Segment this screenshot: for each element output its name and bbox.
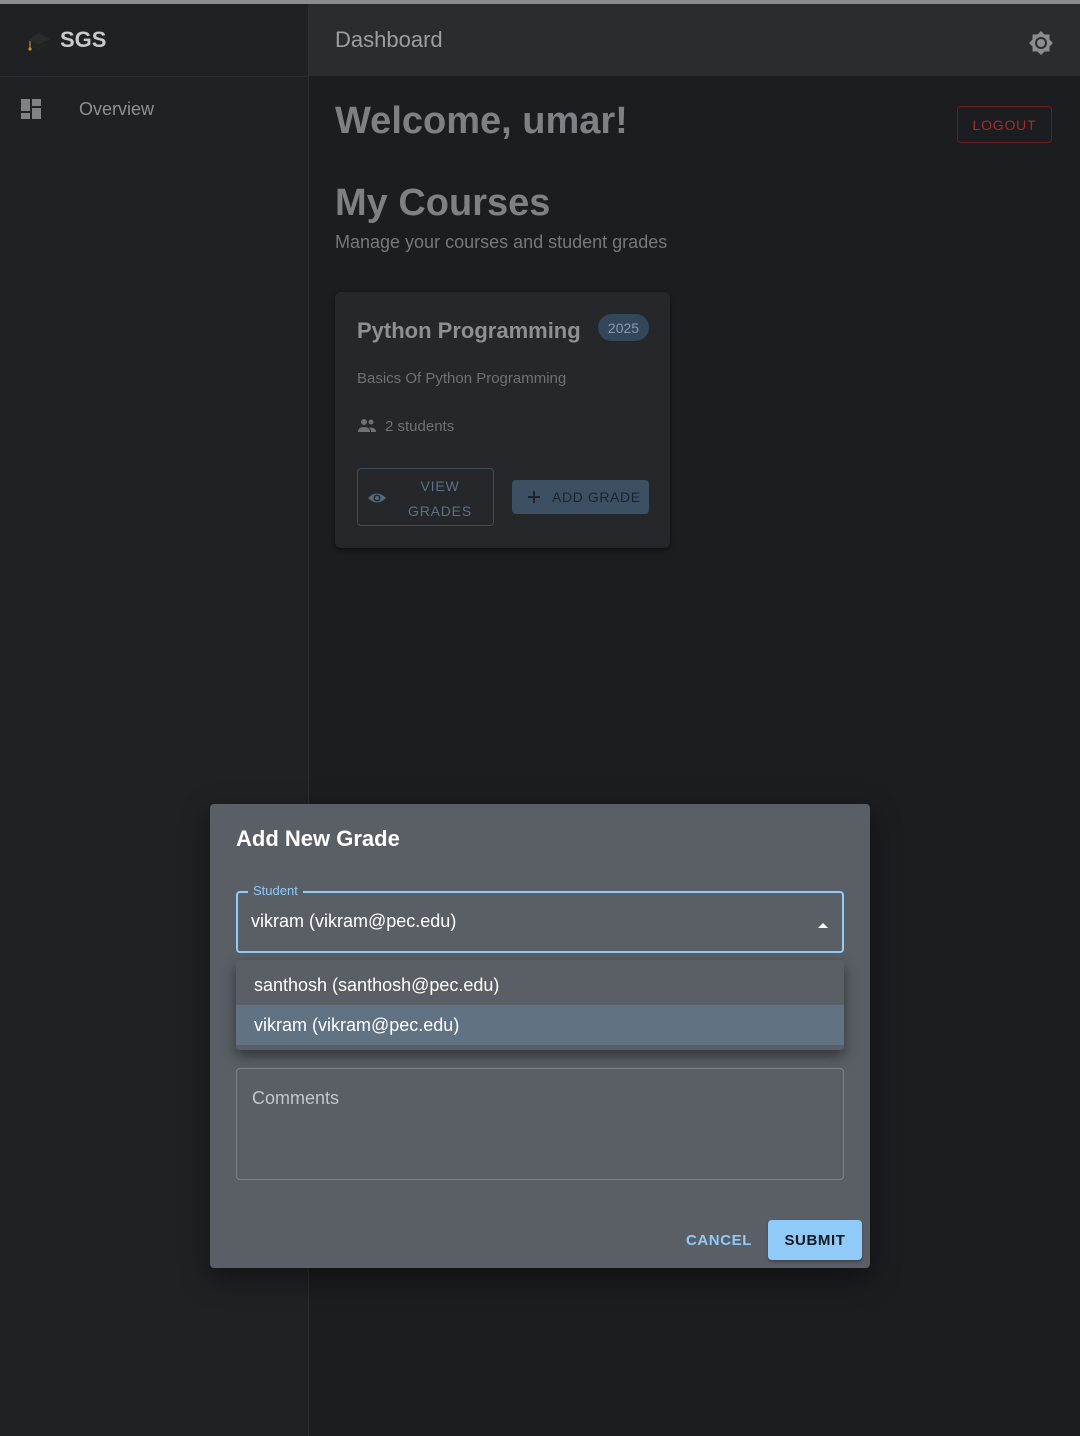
course-description: Basics Of Python Programming [357,370,567,387]
dialog-title: Add New Grade [236,826,400,851]
app-logo-text: SGS [60,27,107,52]
student-select-value: vikram (vikram@pec.edu) [251,911,457,931]
comments-placeholder: Comments [252,1088,340,1108]
section-subtitle: Manage your courses and student grades [335,232,668,252]
view-grades-button[interactable]: VIEW GRADES [357,468,494,526]
page-title: Dashboard [335,27,443,52]
view-grades-label: VIEW GRADES [408,478,472,519]
year-chip: 2025 [598,314,649,341]
plus-icon [526,489,542,505]
brightness-icon[interactable] [1028,30,1054,56]
course-title: Python Programming [357,318,581,343]
people-icon [357,416,377,436]
logout-button[interactable]: LOGOUT [957,106,1052,143]
students-count-row: 2 students [357,416,454,436]
sidebar-header: SGS [0,4,308,77]
submit-button[interactable]: SUBMIT [768,1220,862,1260]
cancel-button[interactable]: CANCEL [680,1220,758,1260]
sidebar-item-overview[interactable]: Overview [0,77,308,141]
add-grade-dialog: Add New Grade Student vikram (vikram@pec… [210,804,870,1268]
comments-field[interactable]: Comments [236,1068,844,1180]
welcome-heading: Welcome, umar! [335,100,628,142]
student-field-label: Student [248,883,303,898]
caret-up-icon [816,917,830,928]
add-grade-button[interactable]: ADD GRADE [512,480,649,514]
course-card: Python Programming 2025 Basics Of Python… [335,292,670,548]
graduation-cap-icon [24,28,54,52]
sidebar-item-label: Overview [79,98,155,119]
add-grade-label: ADD GRADE [552,489,641,505]
section-title: My Courses [335,182,551,224]
students-count: 2 students [385,417,455,435]
student-select[interactable]: Student vikram (vikram@pec.edu) [236,883,844,953]
dashboard-icon [20,98,42,120]
student-option-vikram[interactable]: vikram (vikram@pec.edu) [236,1005,844,1045]
eye-icon [367,488,387,508]
student-dropdown-menu: santhosh (santhosh@pec.edu) vikram (vikr… [236,960,844,1050]
app-bar: Dashboard [309,4,1080,76]
student-option-santhosh[interactable]: santhosh (santhosh@pec.edu) [236,965,844,1005]
